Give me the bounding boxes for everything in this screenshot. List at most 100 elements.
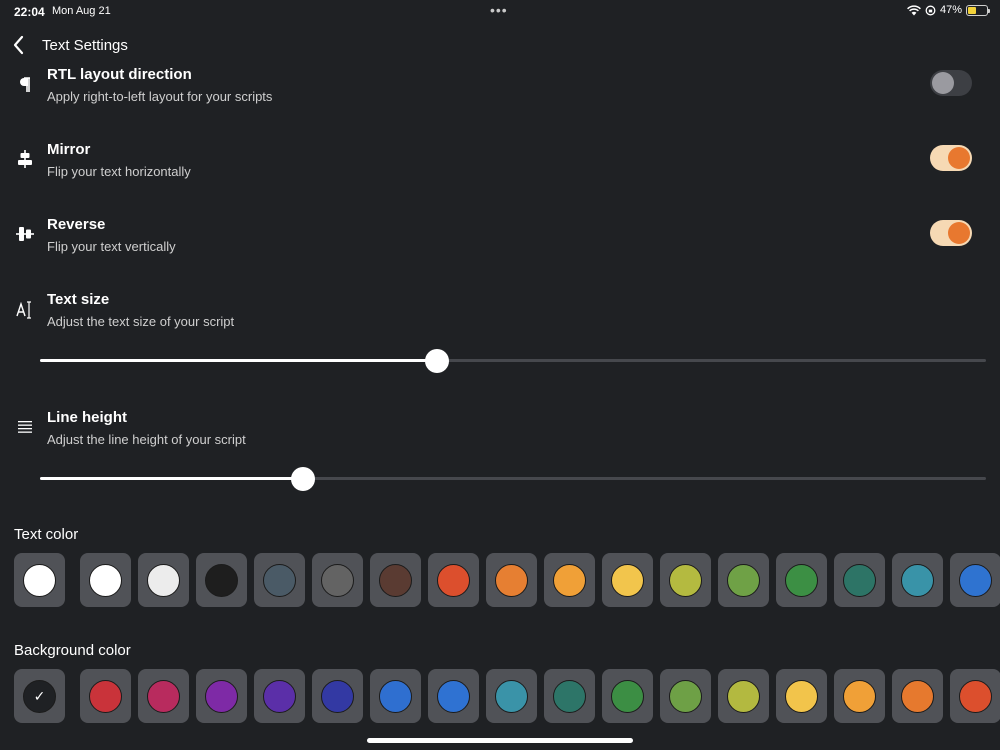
background-color-swatch-dot bbox=[495, 679, 528, 713]
text-color-swatch-dot bbox=[785, 563, 818, 597]
line-height-subtitle: Adjust the line height of your script bbox=[47, 432, 246, 447]
text-color-swatch[interactable] bbox=[544, 553, 595, 607]
pilcrow-icon bbox=[14, 74, 36, 96]
slider-thumb[interactable] bbox=[290, 467, 315, 491]
line-height-title: Line height bbox=[47, 409, 127, 426]
background-color-swatch[interactable] bbox=[602, 669, 653, 723]
background-color-swatch-dot bbox=[379, 679, 412, 713]
text-size-slider[interactable] bbox=[40, 349, 986, 373]
text-color-swatch[interactable] bbox=[428, 553, 479, 607]
reverse-title: Reverse bbox=[47, 216, 106, 233]
battery-percent: 47% bbox=[939, 4, 962, 16]
text-color-swatch[interactable] bbox=[80, 553, 131, 607]
text-color-swatches bbox=[14, 553, 1000, 607]
status-date: Mon Aug 21 bbox=[52, 5, 111, 17]
background-color-swatch-dot bbox=[669, 679, 702, 713]
background-color-swatch[interactable] bbox=[892, 669, 943, 723]
nav-bar: Text Settings bbox=[0, 30, 1000, 60]
mirror-subtitle: Flip your text horizontally bbox=[47, 164, 191, 179]
rtl-toggle[interactable] bbox=[930, 70, 972, 96]
background-color-swatch-dot bbox=[611, 679, 644, 713]
background-color-swatch-dot bbox=[901, 679, 934, 713]
background-color-swatch[interactable] bbox=[312, 669, 363, 723]
background-color-swatch[interactable] bbox=[950, 669, 1000, 723]
reverse-subtitle: Flip your text vertically bbox=[47, 239, 176, 254]
mirror-toggle[interactable] bbox=[930, 145, 972, 171]
reverse-icon bbox=[14, 223, 36, 245]
text-size-title: Text size bbox=[47, 291, 110, 308]
background-color-swatch[interactable] bbox=[660, 669, 711, 723]
text-color-swatch-dot bbox=[959, 563, 992, 597]
background-color-swatch-dot bbox=[959, 679, 992, 713]
text-color-swatch-dot bbox=[263, 563, 296, 597]
background-color-swatch-dot bbox=[553, 679, 586, 713]
text-color-swatch-dot bbox=[553, 563, 586, 597]
text-color-swatch-dot bbox=[495, 563, 528, 597]
background-color-swatch-dot bbox=[205, 679, 238, 713]
text-color-swatch[interactable] bbox=[196, 553, 247, 607]
background-color-swatch-dot bbox=[321, 679, 354, 713]
slider-thumb[interactable] bbox=[425, 349, 450, 373]
background-color-swatch[interactable] bbox=[834, 669, 885, 723]
background-color-swatch[interactable] bbox=[138, 669, 189, 723]
text-color-swatch-dot bbox=[89, 563, 122, 597]
slider-fill bbox=[40, 477, 303, 480]
text-color-selected-swatch[interactable] bbox=[14, 553, 65, 607]
text-color-swatch[interactable] bbox=[254, 553, 305, 607]
text-color-swatch[interactable] bbox=[834, 553, 885, 607]
status-time: 22:04 bbox=[14, 5, 45, 19]
battery-icon bbox=[966, 4, 990, 16]
text-color-swatch[interactable] bbox=[660, 553, 711, 607]
background-color-swatch[interactable] bbox=[80, 669, 131, 723]
text-color-swatch[interactable] bbox=[370, 553, 421, 607]
background-color-swatch[interactable] bbox=[486, 669, 537, 723]
wifi-icon bbox=[907, 4, 921, 15]
text-color-swatch-dot bbox=[901, 563, 934, 597]
text-size-icon bbox=[14, 299, 36, 321]
checkmark-icon: ✓ bbox=[33, 687, 46, 704]
text-color-swatch-dot bbox=[147, 563, 180, 597]
background-color-swatch-dot bbox=[89, 679, 122, 713]
line-height-icon bbox=[14, 416, 36, 438]
text-color-swatch-dot bbox=[379, 563, 412, 597]
background-color-swatch-dot bbox=[147, 679, 180, 713]
text-color-swatch[interactable] bbox=[312, 553, 363, 607]
text-color-swatch-dot bbox=[321, 563, 354, 597]
background-color-swatch-dot bbox=[437, 679, 470, 713]
mirror-icon bbox=[14, 148, 36, 170]
background-color-swatch[interactable] bbox=[544, 669, 595, 723]
background-color-swatch-dot bbox=[263, 679, 296, 713]
background-color-selected-swatch[interactable]: ✓ bbox=[14, 669, 65, 723]
text-color-swatch[interactable] bbox=[776, 553, 827, 607]
background-color-swatch[interactable] bbox=[428, 669, 479, 723]
background-color-title: Background color bbox=[14, 642, 131, 659]
text-color-swatch[interactable] bbox=[718, 553, 769, 607]
mirror-title: Mirror bbox=[47, 141, 91, 158]
text-color-title: Text color bbox=[14, 526, 79, 543]
background-color-swatch-dot: ✓ bbox=[23, 679, 56, 713]
background-color-swatch[interactable] bbox=[196, 669, 247, 723]
status-bar: 22:04 Mon Aug 21 ••• 47% bbox=[0, 0, 1000, 24]
home-indicator[interactable] bbox=[367, 738, 633, 743]
background-color-swatch[interactable] bbox=[776, 669, 827, 723]
text-color-swatch-dot bbox=[669, 563, 702, 597]
background-color-swatch[interactable] bbox=[370, 669, 421, 723]
text-color-swatch[interactable] bbox=[486, 553, 537, 607]
page-title: Text Settings bbox=[42, 37, 128, 54]
background-color-swatch[interactable] bbox=[254, 669, 305, 723]
text-color-swatch-dot bbox=[611, 563, 644, 597]
chevron-left-icon bbox=[13, 35, 24, 55]
back-button[interactable] bbox=[8, 32, 30, 58]
text-color-swatch[interactable] bbox=[892, 553, 943, 607]
background-color-swatch[interactable] bbox=[718, 669, 769, 723]
text-size-subtitle: Adjust the text size of your script bbox=[47, 314, 235, 329]
orientation-lock-icon bbox=[925, 5, 936, 15]
background-color-swatch-dot bbox=[727, 679, 760, 713]
multitasking-dots[interactable]: ••• bbox=[490, 2, 508, 18]
text-color-swatch[interactable] bbox=[602, 553, 653, 607]
text-color-swatch[interactable] bbox=[138, 553, 189, 607]
text-color-swatch[interactable] bbox=[950, 553, 1000, 607]
text-color-swatch-dot bbox=[205, 563, 238, 597]
reverse-toggle[interactable] bbox=[930, 220, 972, 246]
line-height-slider[interactable] bbox=[40, 467, 986, 491]
